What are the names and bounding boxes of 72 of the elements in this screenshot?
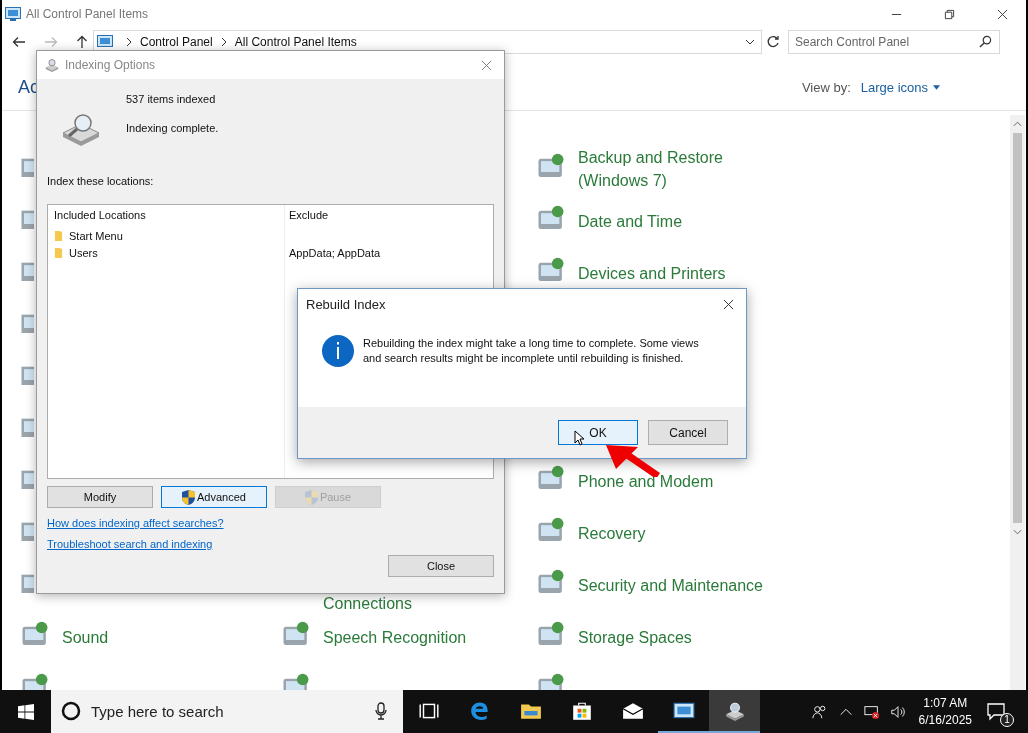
volume-icon[interactable]: [889, 703, 906, 720]
people-icon[interactable]: [811, 703, 828, 720]
clock-time[interactable]: 1:07 AM: [923, 694, 968, 712]
help-link[interactable]: Troubleshoot search and indexing: [47, 538, 213, 550]
search-field[interactable]: Search Control Panel: [788, 30, 1000, 54]
dropdown-caret-icon[interactable]: [745, 39, 755, 45]
back-arrow-icon[interactable]: [12, 36, 26, 48]
help-link[interactable]: How does indexing affect searches?: [47, 517, 224, 529]
dialog-title: Indexing Options: [65, 58, 156, 72]
view-by-label: View by:: [801, 79, 851, 95]
dialog-title: Rebuild Index: [306, 296, 386, 312]
notification-icon[interactable]: [986, 700, 1006, 721]
applet-link[interactable]: Devices and Printers: [578, 261, 768, 285]
chevron-right-icon: [126, 37, 132, 47]
magnifier-drive-icon: [44, 58, 60, 72]
close-button[interactable]: Close: [388, 555, 494, 577]
chevron-right-icon: [220, 37, 227, 47]
refresh-icon[interactable]: [766, 35, 780, 49]
control-panel-icon: [97, 35, 113, 49]
applet-link[interactable]: Storage Spaces: [578, 625, 768, 649]
control-panel-icon: [5, 7, 21, 21]
location-name[interactable]: Start Menu: [69, 229, 123, 242]
dialog-message: Rebuilding the index might take a long time to complete. Some views and search results might be incomplete until rebuilding is finished.: [363, 336, 700, 366]
mouse-cursor-icon: [574, 430, 584, 446]
shield-icon: [304, 489, 318, 505]
view-by-dropdown[interactable]: Large icons: [860, 79, 940, 95]
folder-icon: [54, 230, 63, 241]
info-icon: [322, 335, 354, 367]
caret-icon: [933, 84, 940, 90]
restore-icon[interactable]: [944, 8, 955, 20]
shield-icon: [182, 489, 196, 505]
breadcrumb[interactable]: Control Panel: [140, 35, 213, 49]
location-name[interactable]: Users: [69, 246, 98, 259]
notification-badge: 1: [1000, 712, 1014, 727]
dialog-button[interactable]: OK: [558, 420, 638, 445]
applet-link[interactable]: Backup and Restore (Windows 7): [578, 146, 768, 192]
close-icon[interactable]: [723, 298, 734, 310]
section-label: Index these locations:: [47, 175, 155, 187]
forward-arrow-icon[interactable]: [44, 36, 58, 48]
indexed-count: 537 items indexed: [126, 93, 217, 105]
applet-link[interactable]: Date and Time: [578, 209, 768, 233]
dialog-button[interactable]: Modify: [47, 486, 153, 508]
taskbar-app[interactable]: [709, 690, 760, 733]
applet-link[interactable]: Speech Recognition: [323, 625, 513, 649]
column-header: Exclude: [289, 209, 330, 223]
start-icon[interactable]: [18, 703, 34, 720]
dialog-button[interactable]: Advanced: [161, 486, 267, 508]
pointer-arrow: [604, 445, 660, 477]
dialog-button[interactable]: Cancel: [648, 420, 728, 445]
magnifier-drive-icon: [61, 111, 101, 147]
applet-link[interactable]: Sound: [62, 625, 252, 649]
scroll-up-icon[interactable]: [1013, 121, 1022, 127]
column-header: Included Locations: [54, 209, 147, 223]
cortana-icon: [61, 701, 81, 721]
applet-link[interactable]: Connections: [323, 595, 513, 613]
window-title: All Control Panel Items: [26, 7, 149, 21]
up-arrow-icon[interactable]: [76, 35, 88, 49]
applet-link[interactable]: Security and Maintenance: [578, 573, 768, 597]
breadcrumb[interactable]: All Control Panel Items: [234, 35, 357, 49]
clock-date[interactable]: 6/16/2025: [918, 711, 972, 729]
exclude-value: AppData; AppData: [289, 246, 381, 259]
scroll-down-icon[interactable]: [1013, 529, 1022, 535]
taskbar-search-field[interactable]: Type here to search: [51, 690, 403, 733]
folder-icon: [54, 247, 63, 258]
search-icon: [979, 35, 992, 48]
close-icon[interactable]: [997, 8, 1008, 20]
applet-link[interactable]: Recovery: [578, 521, 768, 545]
network-error-icon[interactable]: [863, 703, 880, 720]
indexing-status: Indexing complete.: [126, 122, 219, 134]
microphone-icon: [375, 702, 387, 720]
scrollbar[interactable]: [1010, 115, 1025, 690]
applet-link[interactable]: Phone and Modem: [578, 469, 768, 493]
